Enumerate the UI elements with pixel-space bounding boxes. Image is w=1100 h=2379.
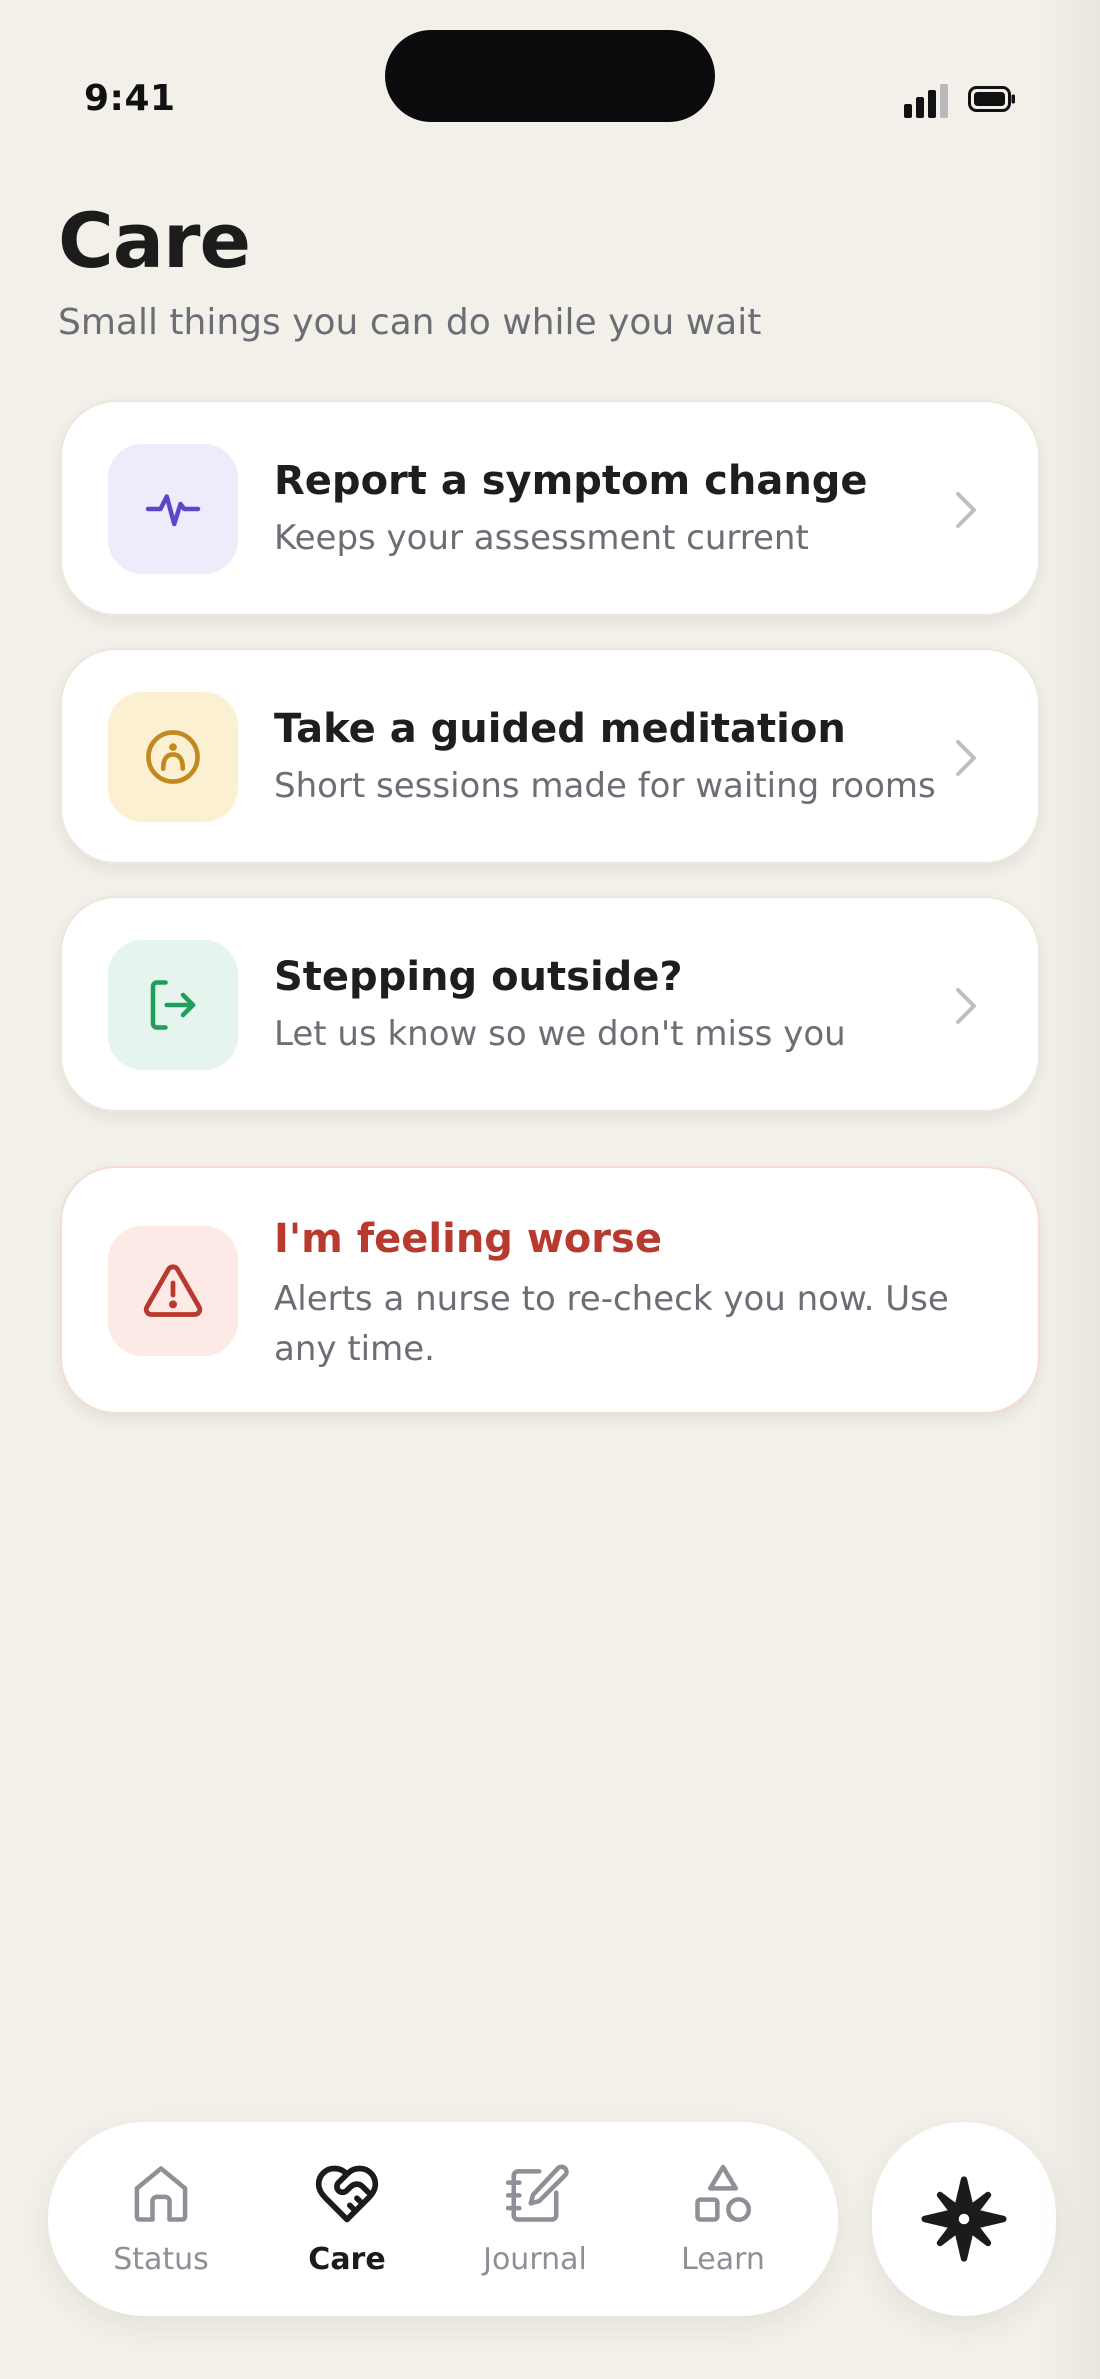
home-icon [134, 2166, 188, 2222]
icon-tile [108, 444, 238, 574]
tab-care[interactable]: Care [262, 2160, 432, 2300]
guided-meditation-card[interactable]: Take a guided meditation Short sessions … [60, 648, 1040, 864]
card-title: Take a guided meditation [274, 706, 846, 752]
warning-triangle-icon [143, 1264, 203, 1317]
report-symptom-card[interactable]: Report a symptom change Keeps your asses… [60, 400, 1040, 616]
tab-label: Care [308, 2242, 386, 2277]
compass-star-icon [921, 2176, 1007, 2262]
tab-journal[interactable]: Journal [450, 2160, 620, 2300]
feeling-worse-card[interactable]: I'm feeling worse Alerts a nurse to re-c… [60, 1166, 1040, 1414]
chevron-right-icon [956, 740, 976, 776]
tab-label: Learn [681, 2242, 765, 2277]
tab-learn[interactable]: Learn [638, 2160, 808, 2300]
signal-icon [904, 84, 948, 118]
status-bar: 9:41 [0, 0, 1100, 180]
card-title: I'm feeling worse [274, 1216, 662, 1262]
card-title: Report a symptom change [274, 458, 868, 504]
heart-handshake-icon [315, 2165, 379, 2223]
dynamic-island [385, 30, 715, 122]
journal-edit-icon [505, 2164, 569, 2222]
stepping-outside-card[interactable]: Stepping outside? Let us know so we don'… [60, 896, 1040, 1112]
card-description: Let us know so we don't miss you [274, 1014, 846, 1054]
battery-icon [968, 86, 1015, 112]
bottom-tab-bar: Status Care Journal Learn [48, 2122, 838, 2316]
exit-door-icon [150, 980, 196, 1030]
chevron-right-icon [956, 988, 976, 1024]
card-title: Stepping outside? [274, 954, 683, 1000]
meditation-icon [146, 730, 200, 784]
status-time: 9:41 [84, 78, 176, 119]
card-description: Short sessions made for waiting rooms [274, 766, 936, 806]
tab-label: Status [113, 2242, 209, 2277]
tab-label: Journal [483, 2242, 587, 2277]
card-description: Keeps your assessment current [274, 518, 809, 558]
icon-tile [108, 692, 238, 822]
compass-action-button[interactable] [872, 2122, 1056, 2316]
icon-tile [108, 940, 238, 1070]
tab-status[interactable]: Status [76, 2160, 246, 2300]
activity-pulse-icon [145, 494, 201, 527]
shapes-icon [695, 2164, 752, 2223]
edge-shadow [1040, 0, 1100, 2379]
card-description: Alerts a nurse to re-check you now. Use … [274, 1279, 949, 1369]
chevron-right-icon [956, 492, 976, 528]
page-subtitle: Small things you can do while you wait [58, 302, 762, 343]
page-title: Care [58, 196, 251, 285]
icon-tile [108, 1226, 238, 1356]
